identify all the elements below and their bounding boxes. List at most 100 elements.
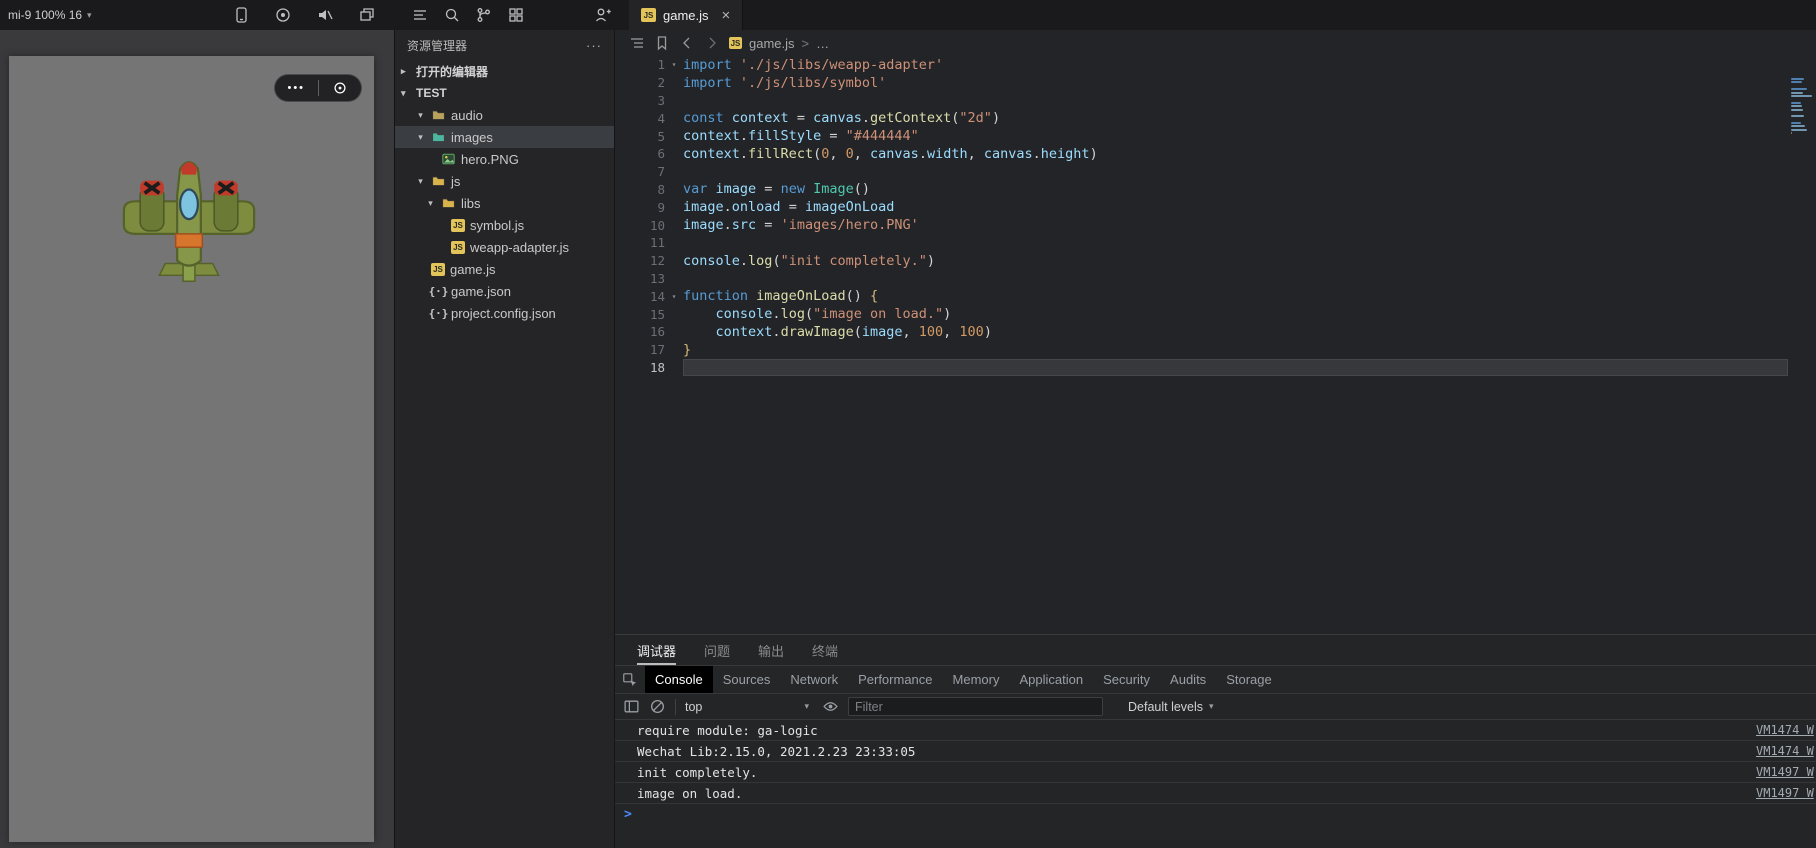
code-line[interactable]: 11 <box>615 234 1788 252</box>
code-line[interactable]: 5 context. fillStyle = "#444444" <box>615 127 1788 145</box>
code-line[interactable]: 12 console. log("init completely.") <box>615 252 1788 270</box>
devtools-tab-security[interactable]: Security <box>1093 666 1160 693</box>
tree-item[interactable]: JS game.js <box>395 258 614 280</box>
bookmark-icon[interactable] <box>654 35 670 51</box>
panel-tab-1[interactable]: 问题 <box>704 635 730 665</box>
code-line[interactable]: 14 ▾ function imageOnLoad() { <box>615 287 1788 305</box>
tree-item-label: js <box>451 173 461 189</box>
branch-icon[interactable] <box>475 6 493 24</box>
console-input-row[interactable]: > <box>615 804 1816 825</box>
tree-item[interactable]: {·} project.config.json <box>395 302 614 324</box>
inspect-icon[interactable] <box>615 666 645 693</box>
more-menu-icon[interactable]: ••• <box>275 82 318 94</box>
code-line[interactable]: 10 image. src = 'images/hero.PNG' <box>615 216 1788 234</box>
panel-tab-0[interactable]: 调试器 <box>637 635 676 665</box>
grid-icon[interactable] <box>507 6 525 24</box>
tree-item[interactable]: ▾ js <box>395 170 614 192</box>
tree-item[interactable]: hero.PNG <box>395 148 614 170</box>
log-levels-selector[interactable]: Default levels ▾ <box>1128 700 1214 714</box>
section-label: 打开的编辑器 <box>416 64 489 79</box>
chevron-icon[interactable]: ▾ <box>425 198 436 209</box>
panel-tab-3[interactable]: 终端 <box>812 635 838 665</box>
tree-item[interactable]: ▾ libs <box>395 192 614 214</box>
more-actions-icon[interactable]: ··· <box>586 38 602 53</box>
devtools-tab-performance[interactable]: Performance <box>848 666 942 693</box>
fold-icon[interactable]: ▾ <box>665 60 683 69</box>
code-line[interactable]: 15 console. log("image on load.") <box>615 305 1788 323</box>
devtools-tab-application[interactable]: Application <box>1009 666 1093 693</box>
code-line[interactable]: 17} <box>615 341 1788 359</box>
devtools-tab-console[interactable]: Console <box>645 666 713 693</box>
chevron-icon[interactable]: ▾ <box>415 110 426 121</box>
devtools-tab-storage[interactable]: Storage <box>1216 666 1282 693</box>
capsule-target-icon[interactable] <box>319 80 362 96</box>
editor-tab-game-js[interactable]: JS game.js × <box>629 0 744 30</box>
mute-icon[interactable] <box>316 6 334 24</box>
code-line[interactable]: 16 context. drawImage(image, 100, 100) <box>615 323 1788 341</box>
filter-input[interactable] <box>848 697 1103 716</box>
code-line[interactable]: 6 context. fillRect(0, 0, canvas. width, ca… <box>615 145 1788 163</box>
line-number: 2 <box>657 75 665 91</box>
code-line-text: function imageOnLoad() { <box>683 288 879 305</box>
chevron-icon[interactable]: ▾ <box>415 176 426 187</box>
outline-list-icon[interactable] <box>411 6 429 24</box>
cascade-windows-icon[interactable] <box>358 6 376 24</box>
code-line[interactable]: 3 <box>615 92 1788 110</box>
tree-item[interactable]: {·} game.json <box>395 280 614 302</box>
line-number: 12 <box>649 253 665 269</box>
code-line[interactable]: 1 ▾ import './js/libs/weapp-adapter' <box>615 56 1788 74</box>
console-source-link[interactable]: VM1474 W <box>1756 723 1814 737</box>
fold-icon[interactable]: ▾ <box>665 292 683 301</box>
search-icon[interactable] <box>443 6 461 24</box>
code-line[interactable]: 18 <box>615 358 1788 377</box>
phone-icon[interactable] <box>232 6 250 24</box>
console-source-link[interactable]: VM1497 W <box>1756 765 1814 779</box>
close-icon[interactable]: × <box>722 7 731 24</box>
tree-item[interactable]: JS symbol.js <box>395 214 614 236</box>
panel-tab-2[interactable]: 输出 <box>758 635 784 665</box>
devtools-tab-audits[interactable]: Audits <box>1160 666 1216 693</box>
line-number: 13 <box>649 270 665 286</box>
line-number: 4 <box>657 110 665 126</box>
tree-item[interactable]: JS weapp-adapter.js <box>395 236 614 258</box>
file-explorer: 资源管理器 ··· ▸ 打开的编辑器 ▾ TEST ▾ audio ▾ images h… <box>394 30 615 848</box>
outline-icon[interactable] <box>629 35 645 51</box>
code-line-text: const context = canvas. getContext("2d") <box>683 110 1001 127</box>
console-source-link[interactable]: VM1474 W <box>1756 744 1814 758</box>
devtools-tab-memory[interactable]: Memory <box>943 666 1010 693</box>
capsule-button[interactable]: ••• <box>274 74 362 102</box>
project-root-section[interactable]: ▾ TEST <box>395 82 614 104</box>
phone-screen-canvas[interactable]: ••• <box>9 56 374 842</box>
code-line[interactable]: 2 import './js/libs/symbol' <box>615 74 1788 92</box>
devtools-tab-sources[interactable]: Sources <box>713 666 781 693</box>
devtools-tabs: Console Sources Network Performance Memory Ap… <box>645 666 1282 693</box>
code-line-text: context. fillStyle = "#444444" <box>683 128 919 145</box>
toolbar-divider <box>675 698 676 715</box>
open-editors-section[interactable]: ▸ 打开的编辑器 <box>395 60 614 82</box>
chevron-icon[interactable]: ▾ <box>415 132 426 143</box>
code-line[interactable]: 9 image. onload = imageOnLoad <box>615 198 1788 216</box>
tree-item[interactable]: ▾ images <box>395 126 614 148</box>
tree-item[interactable]: ▾ audio <box>395 104 614 126</box>
debugger-panel: 调试器 问题 输出 终端 Console Sources Network Performan… <box>615 634 1816 848</box>
clear-console-icon[interactable] <box>649 698 666 715</box>
minimap[interactable] <box>1788 56 1816 634</box>
eye-icon[interactable] <box>822 698 839 715</box>
forward-arrow-icon[interactable] <box>704 35 720 51</box>
line-number: 18 <box>649 359 665 375</box>
back-arrow-icon[interactable] <box>679 35 695 51</box>
devtools-tab-network[interactable]: Network <box>780 666 848 693</box>
section-label: TEST <box>416 86 447 100</box>
console-source-link[interactable]: VM1497 W <box>1756 786 1814 800</box>
sidebar-toggle-icon[interactable] <box>623 698 640 715</box>
device-selector[interactable]: mi-9 100% 16 ▾ <box>8 0 92 30</box>
record-icon[interactable] <box>274 6 292 24</box>
code-line[interactable]: 8 var image = new Image() <box>615 181 1788 199</box>
context-selector[interactable]: top ▾ <box>685 700 813 714</box>
code-line[interactable]: 13 <box>615 270 1788 288</box>
code-line-text <box>683 358 1788 377</box>
code-line[interactable]: 7 <box>615 163 1788 181</box>
breadcrumb[interactable]: JS game.js > … <box>729 36 829 51</box>
add-user-icon[interactable] <box>594 6 612 24</box>
code-line[interactable]: 4 const context = canvas. getContext("2d") <box>615 109 1788 127</box>
